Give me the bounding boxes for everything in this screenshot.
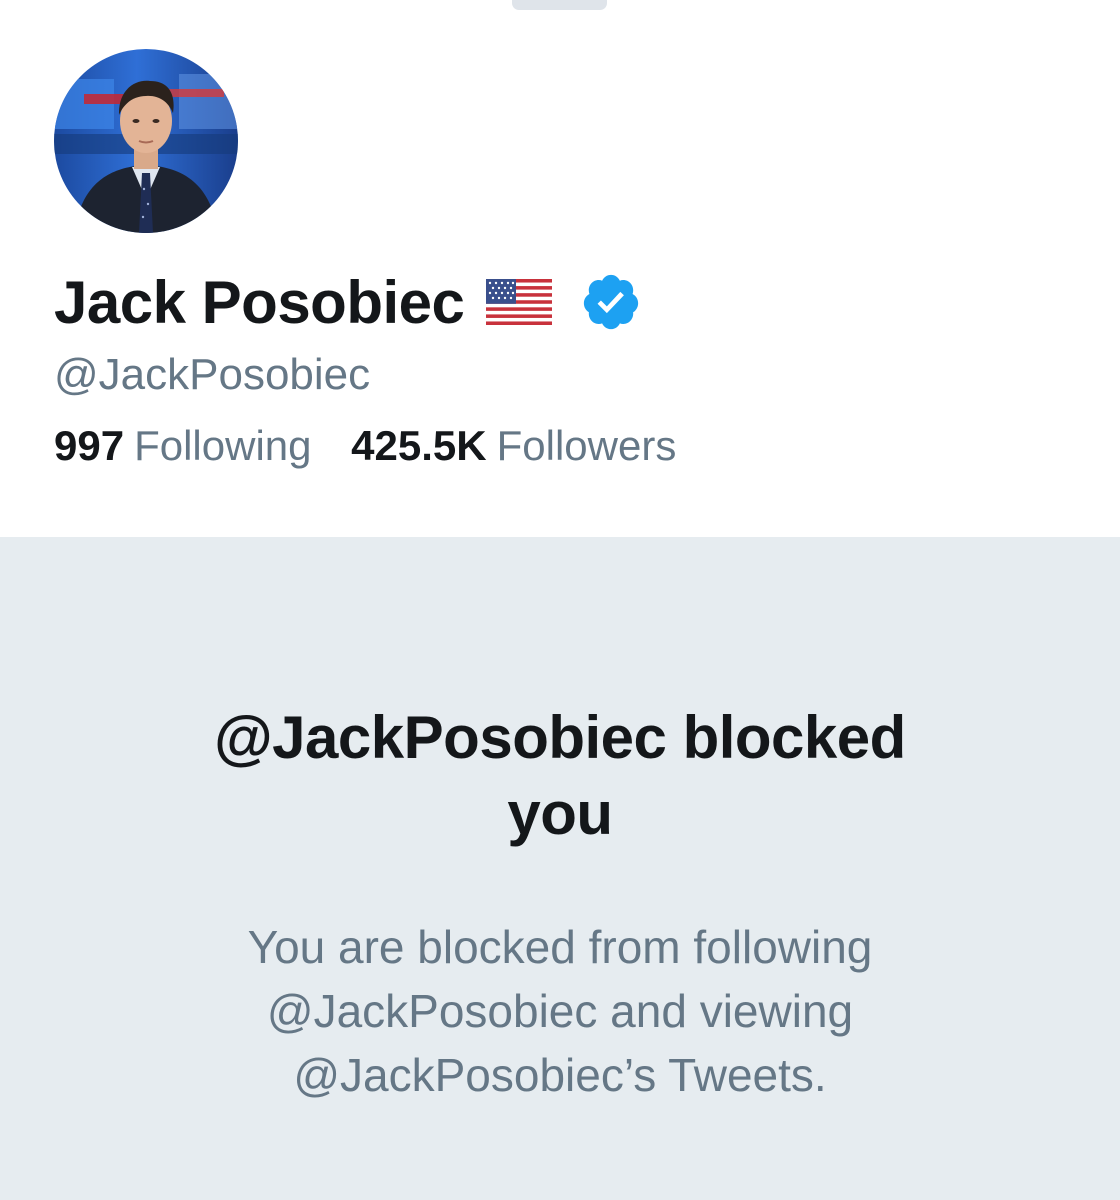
blocked-title-line-1: @JackPosobiec blocked: [214, 704, 906, 771]
blocked-title: @JackPosobiec blocked you: [0, 700, 1120, 852]
blocked-message: You are blocked from following @JackPoso…: [0, 915, 1120, 1107]
profile-stats: 997 Following 425.5K Followers: [54, 422, 704, 470]
verified-badge-icon[interactable]: [580, 271, 642, 333]
profile-header: Jack Posobiec @JackPosobiec 997 Followin…: [0, 0, 1120, 537]
blocked-notice: @JackPosobiec blocked you You are blocke…: [0, 537, 1120, 1200]
name-row: Jack Posobiec: [54, 262, 642, 342]
followers-label: Followers: [496, 422, 677, 469]
us-flag-icon: [486, 279, 553, 325]
sheet-drag-handle[interactable]: [512, 0, 607, 10]
blocked-title-line-2: you: [507, 780, 613, 847]
display-name: Jack Posobiec: [54, 268, 465, 336]
blocked-message-line-1: You are blocked from following: [247, 921, 873, 973]
blocked-message-line-2: @JackPosobiec and viewing: [266, 985, 854, 1037]
following-stat[interactable]: 997 Following: [54, 422, 312, 470]
avatar-image: [54, 49, 238, 233]
avatar[interactable]: [54, 49, 238, 233]
profile-page: Jack Posobiec @JackPosobiec 997 Followin…: [0, 0, 1120, 1200]
following-label: Following: [134, 422, 312, 469]
blocked-message-line-3: @JackPosobiec’s Tweets.: [293, 1049, 827, 1101]
followers-count: 425.5K: [351, 422, 487, 469]
followers-stat[interactable]: 425.5K Followers: [351, 422, 676, 470]
profile-handle: @JackPosobiec: [54, 350, 371, 399]
following-count: 997: [54, 422, 125, 469]
